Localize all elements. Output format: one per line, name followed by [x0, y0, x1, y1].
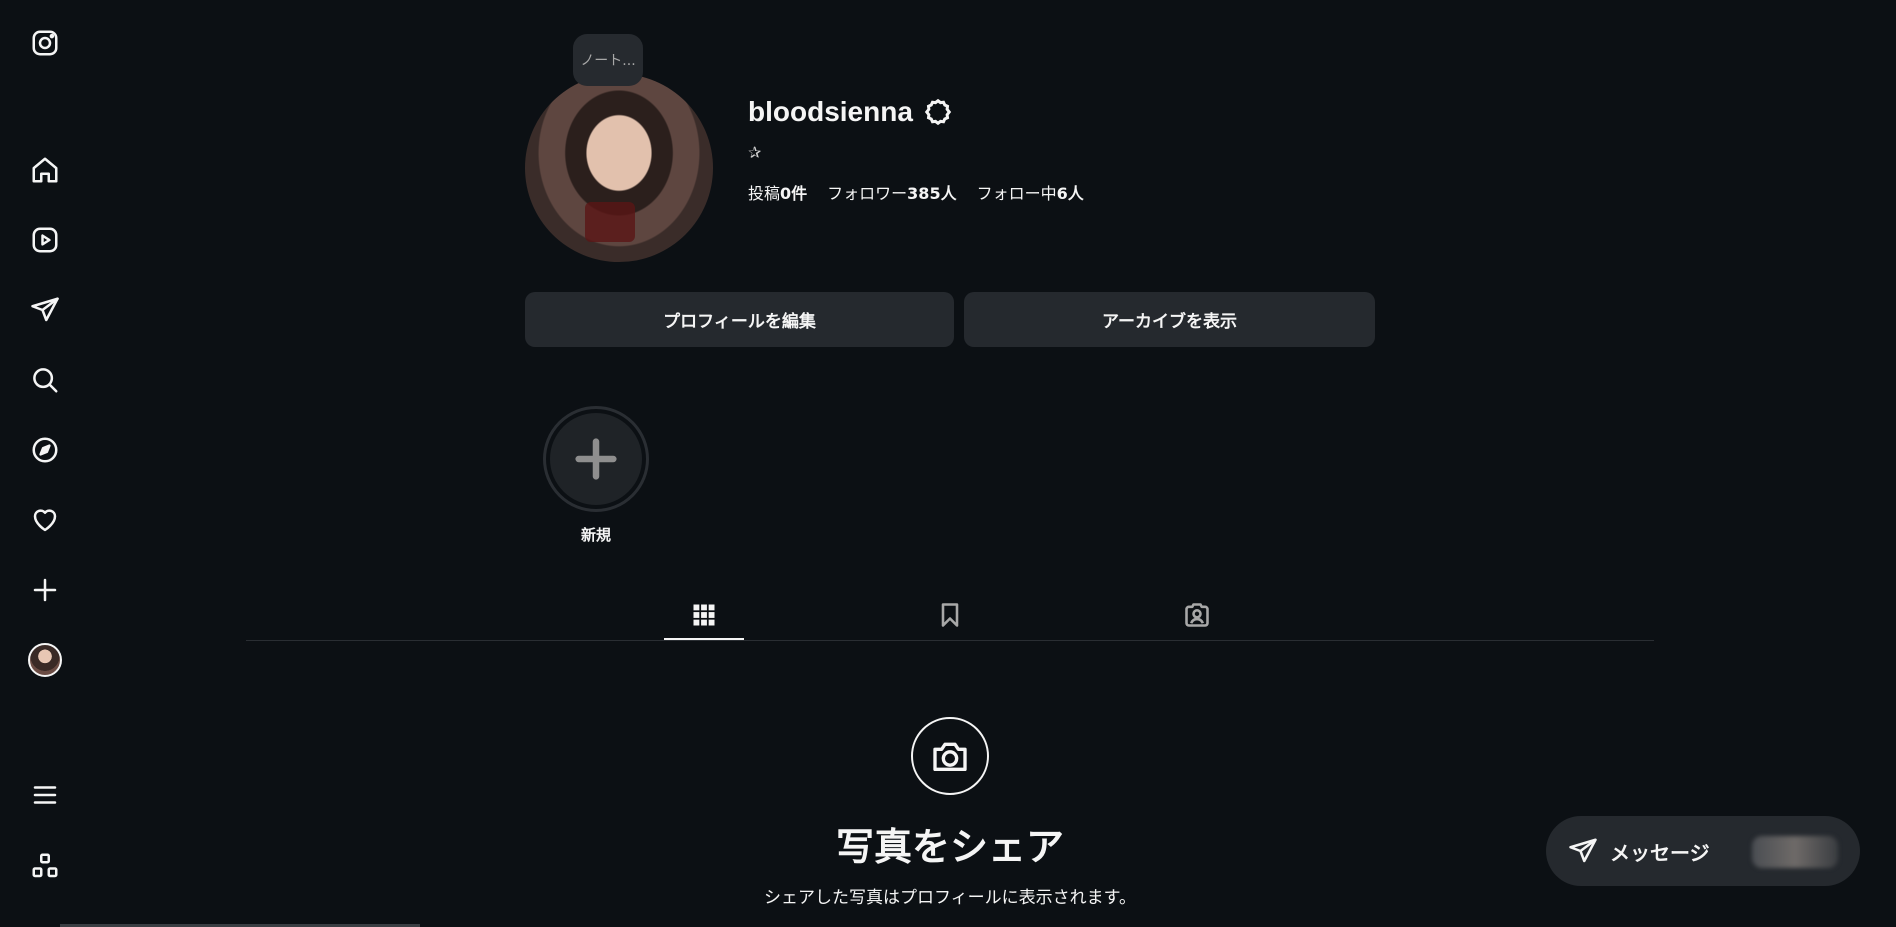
settings-gear-icon[interactable] [923, 97, 953, 127]
avatar [28, 643, 62, 677]
profile-stats: 投稿0件 フォロワー385人 フォロー中6人 [748, 180, 1084, 204]
following-stat[interactable]: フォロー中6人 [977, 180, 1084, 204]
followers-label: フォロワー [827, 184, 908, 203]
following-label: フォロー中 [976, 184, 1057, 203]
search-icon[interactable] [22, 357, 68, 403]
following-count: 6人 [1056, 184, 1084, 203]
compass-icon[interactable] [22, 427, 68, 473]
messages-avatars [1752, 836, 1838, 868]
heart-icon[interactable] [22, 497, 68, 543]
username-row: bloodsienna [748, 96, 953, 128]
sidebar [0, 0, 90, 927]
new-highlight-inner [550, 413, 642, 505]
grid-icon [693, 604, 715, 626]
posts-stat: 投稿0件 [748, 180, 807, 204]
instagram-logo-icon[interactable] [22, 20, 68, 66]
profile-picture[interactable] [525, 74, 713, 262]
home-icon[interactable] [22, 147, 68, 193]
plus-icon [575, 438, 617, 480]
new-highlight-button[interactable] [543, 406, 649, 512]
tab-posts[interactable] [664, 590, 744, 640]
followers-count: 385人 [907, 184, 957, 203]
menu-icon[interactable] [22, 772, 68, 818]
note-text: ノート... [580, 53, 636, 69]
send-icon [1569, 838, 1597, 863]
empty-state-subtitle: シェアした写真はプロフィールに表示されます。 [764, 888, 1136, 908]
view-archive-button[interactable]: アーカイブを表示 [964, 292, 1375, 347]
followers-stat[interactable]: フォロワー385人 [827, 180, 956, 204]
bio: ✰ [748, 143, 762, 162]
plus-icon[interactable] [22, 567, 68, 613]
tabs-divider [246, 640, 1654, 641]
tagged-icon [1185, 603, 1209, 627]
messages-pill[interactable]: メッセージ [1546, 816, 1860, 886]
posts-label: 投稿 [748, 184, 781, 203]
messages-label: メッセージ [1610, 840, 1710, 865]
tab-tagged[interactable] [1157, 590, 1237, 640]
tab-saved[interactable] [910, 590, 990, 640]
camera-icon [933, 742, 967, 771]
new-highlight-label: 新規 [580, 526, 611, 544]
profile-picture-detail [584, 201, 635, 242]
reels-icon[interactable] [22, 217, 68, 263]
empty-state-camera [911, 717, 989, 795]
edit-profile-button[interactable]: プロフィールを編集 [525, 292, 954, 347]
profile-avatar[interactable] [22, 637, 68, 683]
username: bloodsienna [748, 96, 913, 127]
bookmark-icon [941, 603, 959, 627]
send-icon[interactable] [22, 287, 68, 333]
posts-count: 0件 [780, 184, 808, 203]
note-bubble[interactable]: ノート... [573, 34, 643, 86]
